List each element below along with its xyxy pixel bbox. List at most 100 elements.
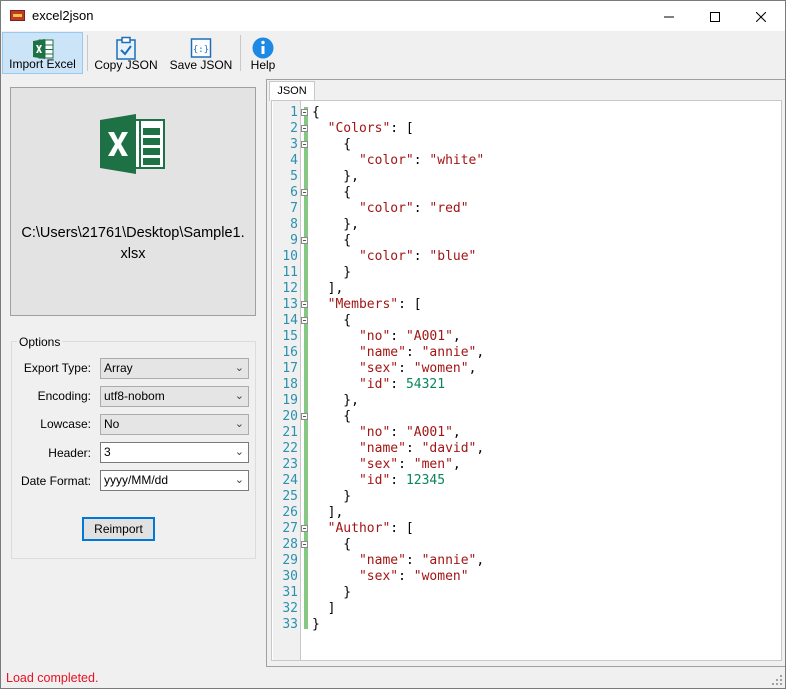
code-text: { (312, 313, 352, 328)
code-text: { (312, 537, 352, 552)
toolbar: Import Excel Copy JSON {:} Save JSON Hel… (1, 31, 785, 76)
encoding-value: utf8-nobom (104, 389, 165, 403)
line-number: 29 (282, 553, 298, 568)
reimport-button[interactable]: Reimport (82, 517, 155, 541)
minimize-button[interactable] (646, 1, 692, 31)
code-text: "color": "blue" (358, 249, 477, 264)
code-text: } (312, 265, 352, 280)
line-number: 19 (282, 393, 298, 408)
code-text: } (312, 585, 352, 600)
header-combo[interactable]: 3 ⌄ (100, 442, 249, 463)
line-number: 10 (282, 249, 298, 264)
encoding-label: Encoding: (37, 389, 91, 403)
window-title: excel2json (32, 8, 94, 23)
clipboard-icon (116, 36, 136, 60)
maximize-icon (710, 12, 720, 23)
help-button[interactable]: Help (244, 32, 282, 74)
file-path-line: xlsx (120, 246, 146, 262)
code-text: "no": "A001", (358, 425, 461, 440)
date-format-label: Date Format: (20, 474, 91, 488)
line-number: 9 (290, 233, 298, 248)
line-number: 5 (290, 169, 298, 184)
excel-file-icon (100, 114, 165, 174)
change-marker-bar (304, 107, 308, 629)
code-text: "color": "red" (358, 201, 469, 216)
code-text: "Author": [ (327, 521, 414, 536)
fold-toggle-icon[interactable] (301, 109, 308, 116)
export-type-select[interactable]: Array ⌄ (100, 358, 249, 379)
chevron-down-icon: ⌄ (234, 390, 244, 402)
fold-toggle-icon[interactable] (301, 541, 308, 548)
file-path: C:\Users\21761\Desktop\Sample1. xlsx (11, 223, 255, 265)
code-text: }, (312, 169, 359, 184)
title-bar: excel2json (1, 1, 785, 31)
lowcase-select[interactable]: No ⌄ (100, 414, 249, 435)
chevron-down-icon: ⌄ (234, 418, 244, 430)
app-window: excel2json Import Excel Copy JSON {:} Sa… (0, 0, 786, 689)
line-number: 18 (282, 377, 298, 392)
copy-json-button[interactable]: Copy JSON (90, 32, 162, 74)
file-drop-area[interactable]: C:\Users\21761\Desktop\Sample1. xlsx (10, 87, 256, 316)
code-text: { (312, 105, 320, 120)
maximize-button[interactable] (692, 1, 738, 31)
line-number: 28 (282, 537, 298, 552)
fold-toggle-icon[interactable] (301, 301, 308, 308)
line-number: 27 (282, 521, 298, 536)
tab-json[interactable]: JSON (269, 81, 315, 101)
date-format-value: yyyy/MM/dd (104, 473, 169, 487)
toolbar-separator (87, 35, 88, 71)
fold-toggle-icon[interactable] (301, 317, 308, 324)
resize-grip-icon[interactable] (772, 675, 782, 685)
app-icon (10, 10, 25, 21)
code-text: ], (312, 505, 344, 520)
code-text: "name": "david", (358, 441, 485, 456)
code-text: } (312, 489, 352, 504)
fold-toggle-icon[interactable] (301, 413, 308, 420)
fold-toggle-icon[interactable] (301, 189, 308, 196)
code-text: "sex": "women" (358, 569, 469, 584)
json-editor[interactable]: 1 {2 "Colors": [3 {4 "color": "white" 5 },… (271, 100, 782, 661)
lowcase-label: Lowcase: (40, 417, 91, 431)
line-number: 23 (282, 457, 298, 472)
svg-text:{:}: {:} (193, 45, 209, 55)
line-number: 11 (282, 265, 298, 280)
code-text: ], (312, 281, 344, 296)
code-text: { (312, 409, 352, 424)
code-text: "sex": "men", (358, 457, 461, 472)
toolbar-separator (240, 35, 241, 71)
code-text: "no": "A001", (358, 329, 461, 344)
copy-json-label: Copy JSON (94, 58, 158, 72)
line-number: 7 (290, 201, 298, 216)
code-text: "name": "annie", (358, 345, 485, 360)
save-json-button[interactable]: {:} Save JSON (167, 32, 235, 74)
fold-toggle-icon[interactable] (301, 237, 308, 244)
info-icon (252, 37, 274, 59)
save-json-label: Save JSON (169, 58, 233, 72)
fold-toggle-icon[interactable] (301, 141, 308, 148)
code-text: { (312, 185, 352, 200)
import-excel-label: Import Excel (9, 57, 76, 71)
fold-toggle-icon[interactable] (301, 125, 308, 132)
header-value: 3 (104, 445, 111, 459)
code-text: { (312, 233, 352, 248)
line-number: 2 (290, 121, 298, 136)
close-button[interactable] (738, 1, 784, 31)
line-number: 32 (282, 601, 298, 616)
encoding-select[interactable]: utf8-nobom ⌄ (100, 386, 249, 407)
line-number: 15 (282, 329, 298, 344)
status-text: Load completed. (6, 671, 99, 685)
line-number: 31 (282, 585, 298, 600)
code-text: "Members": [ (327, 297, 422, 312)
code-text: "sex": "women", (358, 361, 477, 376)
fold-toggle-icon[interactable] (301, 525, 308, 532)
chevron-down-icon: ⌄ (234, 362, 244, 374)
code-text: "id": 12345 (358, 473, 446, 488)
line-number: 4 (290, 153, 298, 168)
import-excel-button[interactable]: Import Excel (2, 32, 83, 74)
close-icon (755, 11, 767, 23)
file-path-line: C:\Users\21761\Desktop\Sample1. (21, 225, 245, 241)
line-number: 13 (282, 297, 298, 312)
fold-margin (300, 101, 301, 660)
date-format-combo[interactable]: yyyy/MM/dd ⌄ (100, 470, 249, 491)
lowcase-value: No (104, 417, 120, 431)
